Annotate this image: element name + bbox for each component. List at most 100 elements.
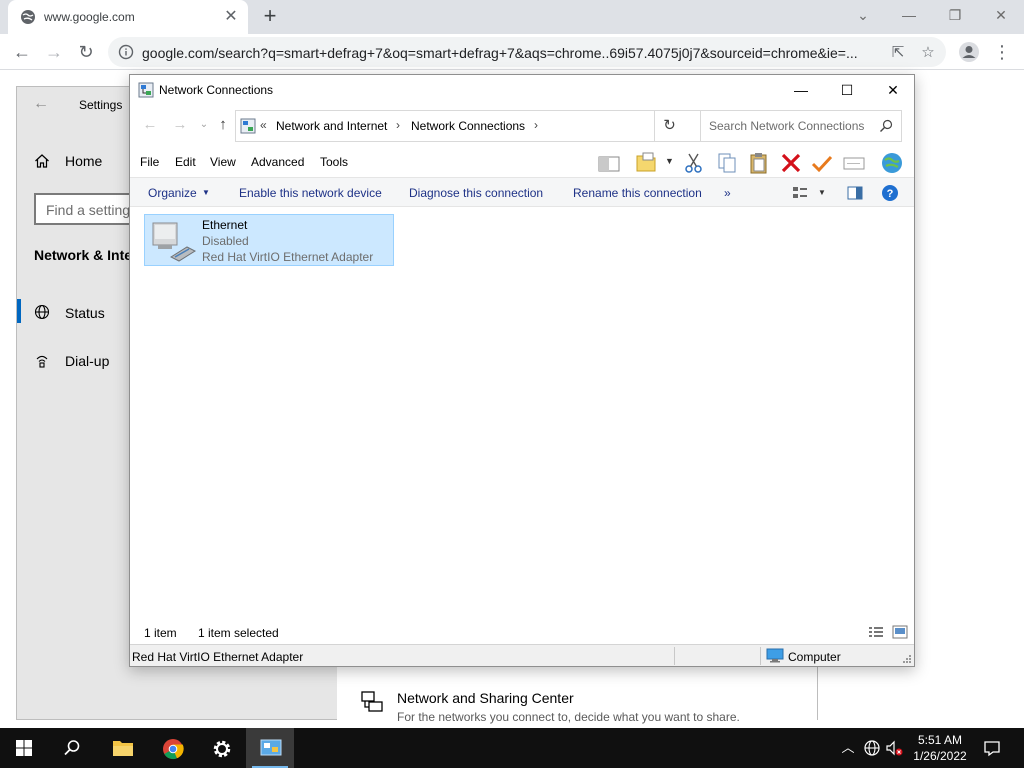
rename-connection-button[interactable]: Rename this connection — [573, 186, 702, 200]
sharing-center-link[interactable]: Network and Sharing Center For the netwo… — [337, 667, 817, 724]
menu-advanced[interactable]: Advanced — [251, 155, 304, 169]
menu-edit[interactable]: Edit — [175, 155, 196, 169]
help-icon[interactable]: ? — [881, 184, 899, 202]
close-window-button[interactable]: ✕ — [986, 4, 1016, 26]
tab-close-icon[interactable]: ✕ — [222, 8, 240, 26]
network-connections-icon — [138, 82, 154, 98]
properties-check-icon[interactable] — [810, 151, 834, 175]
network-sharing-icon — [361, 691, 383, 712]
menu-tools[interactable]: Tools — [320, 155, 348, 169]
up-arrow-icon[interactable]: ↑ — [213, 115, 233, 135]
recent-locations-icon[interactable]: ⌄ — [194, 115, 214, 135]
menu-file[interactable]: File — [140, 155, 159, 169]
notifications-icon[interactable] — [982, 738, 1002, 758]
card-title: Network and Sharing Center — [397, 690, 574, 706]
svg-text:?: ? — [887, 188, 894, 200]
site-info-icon[interactable] — [118, 44, 134, 60]
views-dropdown-icon[interactable]: ▼ — [665, 156, 674, 166]
selected-count: 1 item selected — [198, 626, 279, 640]
browser-tab[interactable]: www.google.com ✕ — [8, 0, 248, 34]
more-commands-button[interactable]: » — [724, 186, 731, 200]
copy-icon[interactable] — [715, 151, 739, 175]
globe-icon — [21, 10, 35, 24]
paste-icon[interactable] — [747, 151, 771, 175]
new-tab-button[interactable]: + — [258, 4, 282, 28]
preview-pane-toggle-icon[interactable] — [846, 184, 864, 202]
clock-time: 5:51 AM — [917, 733, 963, 747]
start-button[interactable] — [0, 728, 48, 768]
system-clock[interactable]: 5:51 AM 1/26/2022 — [908, 732, 972, 764]
breadcrumb-overflow[interactable]: « — [260, 118, 267, 132]
list-item[interactable]: Ethernet Disabled Red Hat VirtIO Etherne… — [144, 214, 394, 266]
forward-arrow-icon[interactable]: → — [42, 40, 66, 64]
divider — [760, 647, 761, 665]
chrome-button[interactable] — [148, 728, 196, 768]
control-panel-icon — [260, 739, 282, 756]
breadcrumb-network-and-internet[interactable]: Network and Internet — [276, 119, 387, 133]
card-description: For the networks you connect to, decide … — [397, 710, 740, 724]
network-status-icon[interactable] — [862, 738, 882, 758]
share-icon[interactable]: ⇱ — [888, 43, 908, 63]
change-view-icon[interactable] — [791, 184, 809, 202]
menu-bar: File Edit View Advanced Tools ▼ — [130, 149, 914, 177]
profile-avatar-icon[interactable] — [958, 41, 980, 63]
breadcrumb-chevron-icon[interactable]: › — [396, 118, 400, 132]
search-input[interactable]: Search Network Connections — [700, 110, 902, 142]
network-connections-taskbar-button[interactable] — [246, 728, 294, 768]
rename-icon[interactable] — [842, 151, 866, 175]
chrome-menu-icon[interactable]: ⋮ — [990, 40, 1014, 64]
clock-date: 1/26/2022 — [913, 749, 967, 763]
cut-icon[interactable] — [682, 151, 706, 175]
refresh-button[interactable]: ↻ — [654, 111, 684, 141]
network-globe-icon[interactable] — [880, 151, 904, 175]
resize-grip-icon[interactable] — [902, 654, 912, 664]
maximize-button[interactable]: ☐ — [824, 75, 870, 105]
back-arrow-icon[interactable]: ← — [140, 115, 160, 135]
dialup-icon — [36, 355, 48, 368]
settings-title: Settings — [79, 98, 123, 112]
back-arrow-icon[interactable]: ← — [33, 95, 49, 113]
command-bar: Organize ▼ Enable this network device Di… — [130, 177, 914, 207]
search-button[interactable] — [48, 728, 96, 768]
connection-device: Red Hat VirtIO Ethernet Adapter — [202, 250, 374, 264]
divider — [674, 647, 675, 665]
large-icons-view-icon[interactable] — [892, 625, 908, 639]
breadcrumb-chevron-icon[interactable]: › — [534, 118, 538, 132]
sidebar-item-status[interactable]: Status — [65, 305, 105, 321]
bookmark-star-icon[interactable]: ☆ — [918, 43, 938, 63]
reload-icon[interactable]: ↻ — [74, 40, 98, 64]
diagnose-connection-button[interactable]: Diagnose this connection — [409, 186, 543, 200]
windows-logo-icon — [16, 740, 32, 756]
chrome-icon — [163, 739, 184, 760]
close-button[interactable]: ✕ — [870, 75, 916, 105]
file-explorer-button[interactable] — [98, 728, 146, 768]
network-connections-window: Network Connections — ☐ ✕ ← → ⌄ ↑ « Netw… — [129, 74, 915, 667]
chrome-tab-strip: www.google.com ✕ + ⌄ — ❐ ✕ — [0, 0, 1024, 34]
sidebar-item-dial-up[interactable]: Dial-up — [65, 353, 109, 369]
forward-arrow-icon[interactable]: → — [170, 115, 190, 135]
settings-button[interactable] — [197, 728, 245, 768]
home-nav-item[interactable]: Home — [65, 153, 102, 169]
file-list: Ethernet Disabled Red Hat VirtIO Etherne… — [130, 208, 914, 620]
view-dropdown-icon[interactable]: ▼ — [818, 188, 826, 197]
delete-icon[interactable] — [779, 151, 803, 175]
address-bar[interactable]: google.com/search?q=smart+defrag+7&oq=sm… — [108, 37, 946, 67]
organize-button[interactable]: Organize — [148, 186, 197, 200]
enable-device-button[interactable]: Enable this network device — [239, 186, 382, 200]
minimize-button[interactable]: — — [894, 4, 924, 26]
details-view-icon[interactable] — [868, 625, 884, 639]
folder-views-icon[interactable] — [635, 151, 659, 175]
tab-search-icon[interactable]: ⌄ — [848, 4, 878, 26]
organize-dropdown-icon[interactable]: ▼ — [202, 188, 210, 197]
show-hidden-icons-chevron-icon[interactable]: ︿ — [838, 738, 858, 758]
preview-pane-icon[interactable] — [597, 151, 621, 175]
menu-view[interactable]: View — [210, 155, 236, 169]
restore-button[interactable]: ❐ — [940, 4, 970, 26]
window-title: Network Connections — [159, 83, 274, 97]
back-arrow-icon[interactable]: ← — [10, 40, 34, 64]
item-count: 1 item — [144, 626, 177, 640]
globe-icon — [34, 304, 50, 320]
volume-muted-icon[interactable] — [884, 738, 904, 758]
breadcrumb-network-connections[interactable]: Network Connections — [411, 119, 525, 133]
minimize-button[interactable]: — — [778, 75, 824, 105]
